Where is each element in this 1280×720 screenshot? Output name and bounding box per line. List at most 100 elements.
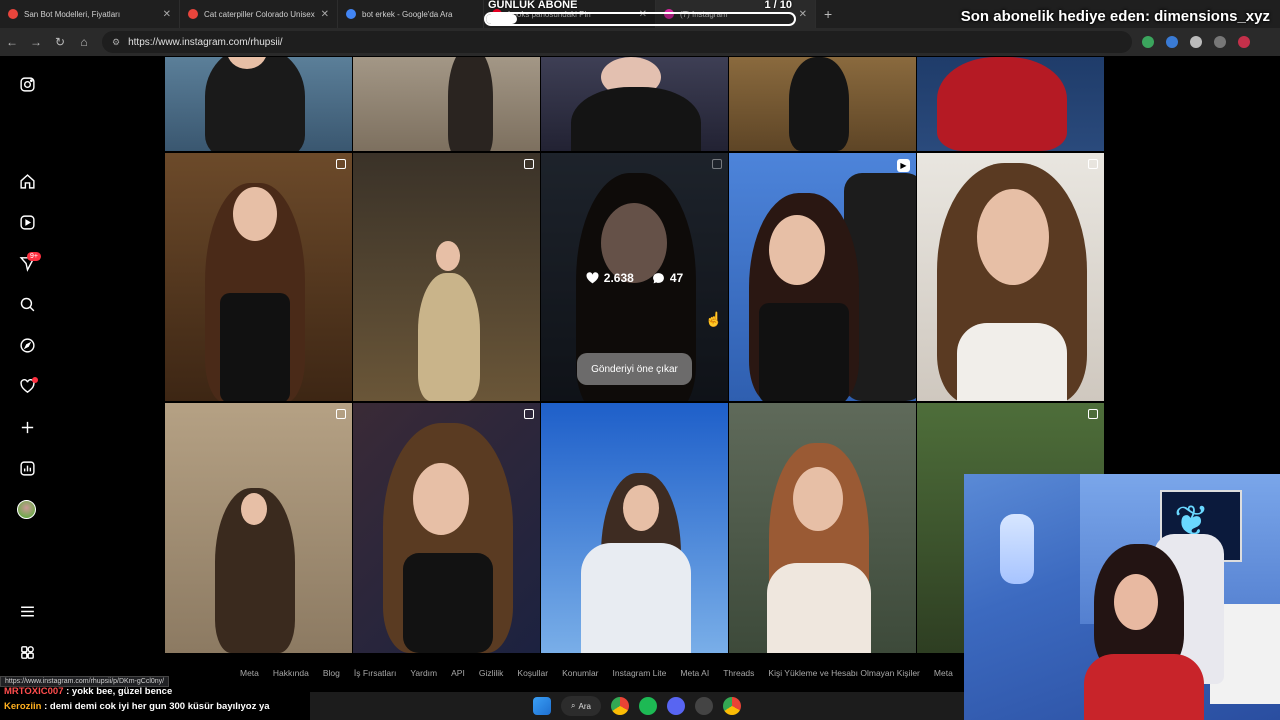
browser-tab[interactable]: Cat caterpiller Colorado Unisex ✕	[180, 0, 338, 28]
footer-link[interactable]: API	[451, 668, 465, 684]
likes-count: 2.638	[603, 271, 634, 285]
puzzle-icon[interactable]	[1214, 36, 1226, 48]
site-info-icon[interactable]: ⚙	[112, 37, 120, 48]
carousel-icon	[524, 159, 534, 169]
footer-link[interactable]: Meta	[240, 668, 259, 684]
footer-link[interactable]: Koşullar	[517, 668, 548, 684]
post-thumbnail[interactable]	[165, 403, 352, 653]
new-tab-button[interactable]: +	[824, 6, 832, 22]
comments-stat: 47	[652, 271, 683, 285]
spotify-icon[interactable]	[639, 697, 657, 715]
footer-link[interactable]: Meta	[934, 668, 953, 684]
chat-message: MRTOXIC007 : yokk bee, güzel bence	[0, 684, 310, 699]
address-bar[interactable]: ⚙ https://www.instagram.com/rhupsii/	[102, 31, 1132, 53]
browser-tab[interactable]: San Bot Modelleri, Fiyatları ✕	[0, 0, 180, 28]
tab-title: Cat caterpiller Colorado Unisex	[204, 9, 315, 19]
messages-badge: 9+	[27, 252, 41, 261]
search-icon[interactable]	[17, 294, 37, 314]
close-tab-icon[interactable]: ✕	[321, 9, 329, 20]
browser-tab[interactable]: bot erkek - Google'da Ara	[338, 0, 484, 28]
taskbar-search[interactable]: ⌕ Ara	[561, 696, 601, 716]
reel-icon: ▶	[897, 159, 910, 172]
post-thumbnail[interactable]	[165, 153, 352, 401]
carousel-icon	[524, 409, 534, 419]
goal-label: GÜNLÜK ABONE	[488, 0, 578, 11]
home-browser-icon[interactable]: ⌂	[72, 35, 96, 49]
post-thumbnail[interactable]	[729, 57, 916, 151]
post-thumbnail[interactable]	[729, 403, 916, 653]
profile-avatar-icon[interactable]	[1238, 36, 1250, 48]
windows-taskbar: ⌕ Ara	[310, 692, 964, 720]
insights-icon[interactable]	[17, 458, 37, 478]
likes-stat: 2.638	[586, 271, 634, 285]
close-tab-icon[interactable]: ✕	[163, 9, 171, 20]
site-favicon-icon	[8, 9, 18, 19]
app-icon[interactable]	[695, 697, 713, 715]
footer-link[interactable]: Yardım	[410, 668, 437, 684]
forward-icon[interactable]: →	[24, 35, 48, 49]
instagram-icon[interactable]	[17, 74, 37, 94]
post-thumbnail[interactable]	[541, 403, 728, 653]
carousel-icon	[1088, 159, 1098, 169]
post-stats: 2.638 47	[541, 271, 728, 285]
tab-title: San Bot Modelleri, Fiyatları	[24, 9, 121, 19]
post-thumbnail-hovered[interactable]: 2.638 47 Gönderiyi öne çıkar	[541, 153, 728, 401]
chat-username: MRTOXIC007	[4, 686, 64, 697]
shield-extension-icon[interactable]	[1142, 36, 1154, 48]
footer-link[interactable]: Threads	[723, 668, 754, 684]
footer-link[interactable]: Konumlar	[562, 668, 598, 684]
extension-icon[interactable]	[1166, 36, 1178, 48]
post-thumbnail[interactable]	[353, 403, 540, 653]
explore-icon[interactable]	[17, 335, 37, 355]
footer-link[interactable]: İş Fırsatları	[354, 668, 397, 684]
footer-link[interactable]: Meta AI	[680, 668, 709, 684]
discord-icon[interactable]	[667, 697, 685, 715]
footer-link[interactable]: Hakkında	[273, 668, 309, 684]
carousel-icon	[712, 159, 722, 169]
search-icon: ⌕	[571, 701, 576, 710]
footer-link[interactable]: Gizlilik	[479, 668, 504, 684]
chat-message: Keroziin : demi demi cok iyi her gun 300…	[0, 699, 310, 714]
mouse-cursor-icon: ☝	[705, 311, 723, 327]
url-text: https://www.instagram.com/rhupsii/	[128, 36, 283, 48]
reload-icon[interactable]: ↻	[48, 35, 72, 49]
carousel-icon	[336, 409, 346, 419]
footer-link[interactable]: Blog	[323, 668, 340, 684]
taskbar-search-label: Ara	[578, 701, 591, 711]
extension-icon[interactable]	[1190, 36, 1202, 48]
windows-start-icon[interactable]	[533, 697, 551, 715]
last-sub-gift-overlay: Son abonelik hediye eden: dimensions_xyz	[960, 8, 1270, 25]
heart-icon	[586, 272, 599, 284]
browser-toolbar: ← → ↻ ⌂ ⚙ https://www.instagram.com/rhup…	[0, 28, 1280, 56]
comment-icon	[652, 273, 664, 284]
meta-threads-icon[interactable]	[17, 642, 37, 662]
back-icon[interactable]: ←	[0, 35, 24, 49]
close-tab-icon[interactable]: ✕	[799, 9, 807, 20]
carousel-icon	[1088, 409, 1098, 419]
daily-sub-goal-overlay: GÜNLÜK ABONE 1 / 10	[484, 0, 796, 27]
post-thumbnail[interactable]	[353, 57, 540, 151]
instagram-sidebar: 9+	[0, 56, 54, 676]
goal-progress-bar	[484, 12, 796, 26]
notification-dot	[32, 377, 38, 383]
home-icon[interactable]	[17, 171, 37, 191]
pin-post-button[interactable]: Gönderiyi öne çıkar	[577, 353, 692, 385]
microphone-icon	[1000, 514, 1034, 584]
post-thumbnail[interactable]: ▶	[729, 153, 916, 401]
post-thumbnail[interactable]	[917, 153, 1104, 401]
footer-link[interactable]: Instagram Lite	[613, 668, 667, 684]
profile-icon[interactable]	[17, 500, 36, 519]
reels-icon[interactable]	[17, 212, 37, 232]
post-thumbnail[interactable]	[541, 57, 728, 151]
site-favicon-icon	[188, 9, 198, 19]
menu-icon[interactable]	[17, 601, 37, 621]
post-thumbnail[interactable]	[165, 57, 352, 151]
chrome-active-icon[interactable]	[723, 697, 741, 715]
post-thumbnail[interactable]	[917, 57, 1104, 151]
create-icon[interactable]	[17, 417, 37, 437]
instagram-footer: Meta Hakkında Blog İş Fırsatları Yardım …	[240, 668, 970, 684]
chrome-icon[interactable]	[611, 697, 629, 715]
footer-link[interactable]: Kişi Yükleme ve Hesabı Olmayan Kişiler	[768, 668, 920, 684]
goal-count: 1 / 10	[764, 0, 792, 11]
post-thumbnail[interactable]	[353, 153, 540, 401]
